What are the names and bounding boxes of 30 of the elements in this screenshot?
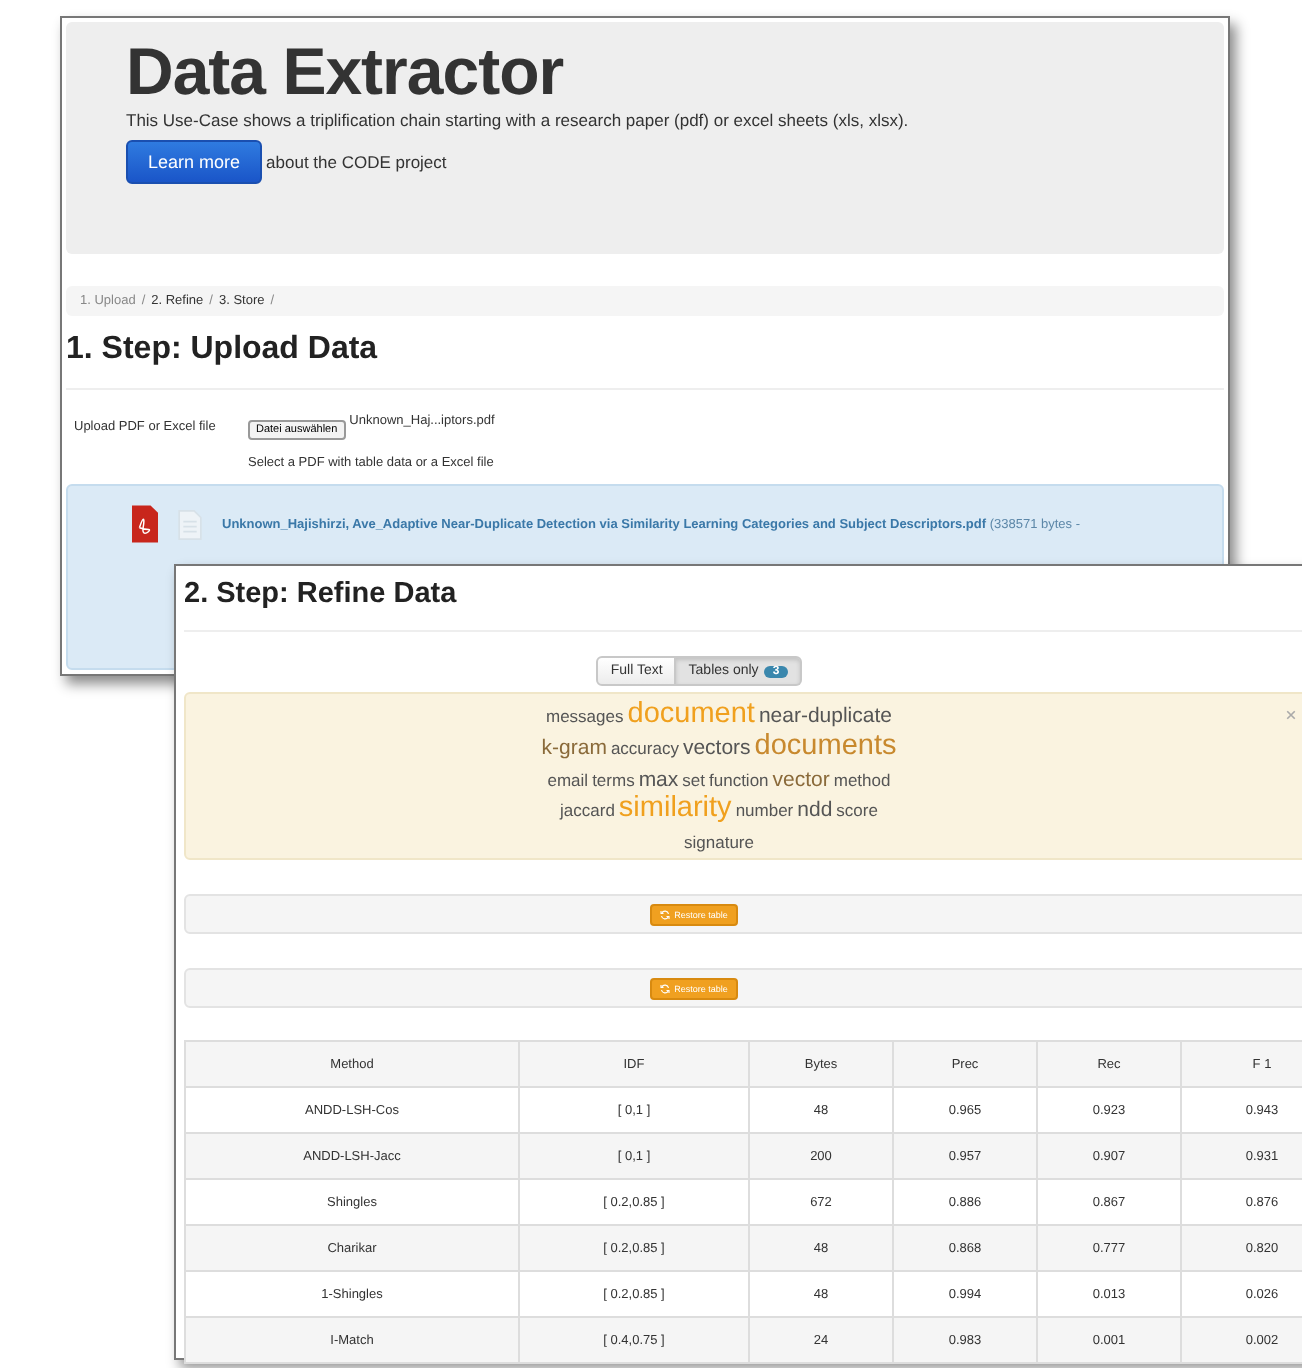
cloud-word: documents: [754, 733, 897, 762]
description-text: This Use-Case shows a triplification chain starting with a research paper (pdf) or excel sheets (xls, xlsx).: [126, 110, 911, 130]
cloud-word: set: [682, 771, 705, 788]
step-heading: 2. Step: Refine Data: [184, 578, 1302, 632]
cloud-word: vectors: [682, 739, 751, 760]
cloud-word: vector: [772, 771, 830, 792]
cloud-word: email: [547, 771, 589, 788]
cloud-word: jaccard: [560, 801, 615, 818]
cloud-word: near-duplicate: [758, 708, 892, 729]
pdf-file-icon: [132, 504, 158, 544]
cloud-word: signature: [684, 833, 754, 850]
cloud-word: method: [833, 771, 891, 788]
cloud-word: messages: [546, 708, 624, 725]
refresh-icon: [660, 909, 671, 919]
cloud-word: accuracy: [610, 739, 679, 756]
learn-more-button[interactable]: Learn more: [126, 140, 263, 184]
refresh-icon: [660, 983, 671, 993]
cloud-word: function: [709, 771, 769, 788]
page-title: Data Extractor: [126, 34, 566, 110]
cloud-word: score: [836, 801, 878, 818]
cloud-word: ndd: [797, 801, 833, 822]
cloud-word: similarity: [618, 795, 732, 824]
cloud-word: k-gram: [541, 739, 607, 760]
step-heading: 1. Step: Upload Data: [66, 332, 1224, 390]
cloud-word: document: [627, 702, 755, 730]
close-icon[interactable]: [1286, 710, 1296, 720]
cloud-word: number: [735, 801, 794, 818]
cloud-word: terms: [592, 771, 635, 788]
cloud-word: max: [638, 771, 679, 792]
button-note: about the CODE project: [266, 152, 447, 172]
